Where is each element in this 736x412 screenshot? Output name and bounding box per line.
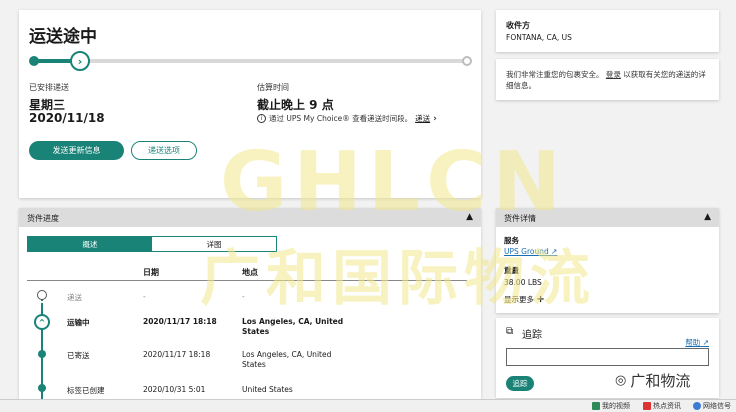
help-label: 帮助 (685, 338, 701, 347)
tracking-number-input[interactable] (506, 348, 709, 366)
network-label: 网络信号 (703, 402, 731, 410)
track-package-icon: ⧉ (506, 326, 514, 337)
estimate-note: i 通过 UPS My Choice® 查看递送时间段。 递送 › (257, 113, 437, 124)
timeline-dot (38, 350, 46, 358)
my-videos-label: 我的视频 (602, 402, 630, 410)
progress-panel-title: 货件进度 (27, 214, 59, 223)
plus-icon: + (536, 294, 545, 305)
video-icon (592, 402, 600, 410)
row-status: 已寄送 (67, 351, 90, 360)
progress-start-dot (29, 56, 39, 66)
weight-value: 38.00 LBS (504, 278, 542, 287)
column-header-location: 地点 (242, 268, 258, 277)
shipment-details-panel: 货件详情 ▲ 服务 UPS Ground ↗ 重量 38.00 LBS 显示更多… (496, 208, 719, 313)
row-location: - (242, 292, 245, 301)
row-status: 标签已创建 (67, 386, 105, 395)
details-panel-title: 货件详情 (504, 214, 536, 223)
in-transit-chevron-icon: › (70, 51, 90, 71)
security-text-before: 我们非常注重您的包裹安全。 (506, 70, 604, 79)
scheduled-delivery-date: 2020/11/18 (29, 111, 105, 125)
tab-detail[interactable]: 详图 (152, 237, 276, 251)
scheduled-delivery-label: 已安排递送 (29, 83, 69, 92)
track-title: 追踪 (522, 330, 542, 341)
row-location: Los Angeles, CA, United States (242, 317, 344, 336)
row-date: 2020/10/31 5:01 (143, 385, 206, 394)
my-videos-item[interactable]: 我的视频 (592, 401, 630, 411)
row-date: - (143, 292, 146, 301)
hot-news-label: 热点资讯 (653, 402, 681, 410)
row-status: 递送 (67, 293, 82, 302)
hot-news-item[interactable]: 热点资讯 (643, 401, 681, 411)
service-value: UPS Ground (504, 247, 549, 256)
progress-tabs: 概述 详图 (27, 236, 277, 252)
recipient-value: FONTANA, CA, US (506, 33, 572, 42)
progress-panel-header[interactable]: 货件进度 ▲ (19, 208, 481, 227)
shipment-status-card: 运送途中 › 已安排递送 星期三 2020/11/18 估算时间 截止晚上 9 … (19, 10, 481, 198)
estimate-note-text: 通过 UPS My Choice® 查看递送时间段。 (269, 114, 413, 123)
tab-overview[interactable]: 概述 (28, 237, 152, 251)
progress-end-dot (462, 56, 472, 66)
service-label: 服务 (504, 236, 519, 245)
wechat-account-tag: ◎ 广和物流 (615, 370, 690, 391)
details-panel-header[interactable]: 货件详情 ▲ (496, 208, 719, 227)
wechat-account-name: 广和物流 (630, 372, 691, 390)
wechat-icon: ◎ (615, 373, 627, 388)
info-icon: i (257, 114, 266, 123)
shipment-progress-panel: 货件进度 ▲ 概述 详图 日期 地点 递送 - - ^ 运输中 2020/11/… (19, 208, 481, 412)
column-header-date: 日期 (143, 268, 159, 277)
track-button[interactable]: 追踪 (506, 376, 534, 391)
security-notice: 我们非常注重您的包裹安全。 登录 以获取有关您的递送的详细信息。 (506, 69, 711, 91)
weight-label: 重量 (504, 266, 519, 275)
collapse-chevron-icon[interactable]: ▲ (704, 212, 711, 222)
estimate-link[interactable]: 递送 (415, 113, 430, 124)
chevron-right-icon: › (433, 113, 437, 124)
external-link-icon: ↗ (551, 247, 558, 256)
login-link[interactable]: 登录 (606, 70, 621, 79)
in-transit-status-icon: ^ (34, 314, 50, 330)
timeline-dot (38, 384, 46, 392)
send-updates-button[interactable]: 发送更新信息 (29, 141, 124, 160)
security-notice-card: 我们非常注重您的包裹安全。 登录 以获取有关您的递送的详细信息。 (496, 59, 719, 100)
network-item[interactable]: 网络信号 (693, 401, 731, 411)
timeline-dot-pending (37, 290, 47, 300)
news-icon (643, 402, 651, 410)
external-link-icon: ↗ (702, 338, 709, 347)
row-location: Los Angeles, CA, United States (242, 350, 332, 369)
estimate-label: 估算时间 (257, 83, 289, 92)
status-title: 运送途中 (29, 27, 97, 47)
show-more-label: 显示更多 (504, 295, 534, 304)
recipient-label: 收件方 (506, 21, 530, 30)
taskbar: 我的视频 热点资讯 网络信号 (0, 399, 736, 412)
progress-bar (33, 59, 470, 63)
row-date: 2020/11/17 18:18 (143, 350, 211, 359)
row-date: 2020/11/17 18:18 (143, 317, 217, 326)
row-status: 运输中 (67, 318, 90, 327)
row-location: United States (242, 385, 293, 394)
service-link[interactable]: UPS Ground ↗ (504, 247, 557, 256)
header-divider (27, 280, 467, 281)
delivery-options-button[interactable]: 递送选项 (131, 141, 197, 160)
recipient-card: 收件方 FONTANA, CA, US (496, 10, 719, 52)
collapse-chevron-icon[interactable]: ▲ (466, 212, 473, 222)
help-link[interactable]: 帮助 ↗ (685, 337, 709, 348)
estimate-value: 截止晚上 9 点 (257, 98, 334, 112)
network-icon (693, 402, 701, 410)
show-more-link[interactable]: 显示更多 + (504, 294, 545, 305)
